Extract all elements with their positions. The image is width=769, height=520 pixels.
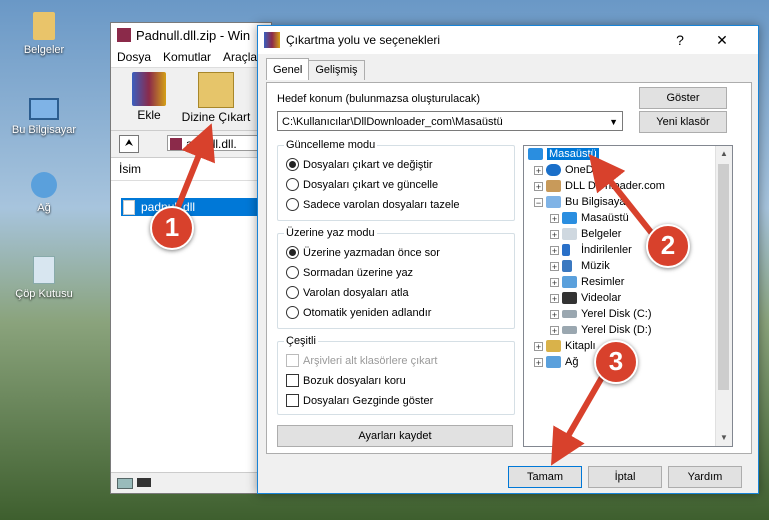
arrow-2 — [588, 153, 657, 238]
arrow-1 — [173, 123, 215, 214]
step-badge-1: 1 — [150, 206, 194, 250]
step-badge-2: 2 — [646, 224, 690, 268]
step-badge-3: 3 — [594, 340, 638, 384]
arrow-3 — [551, 370, 608, 466]
